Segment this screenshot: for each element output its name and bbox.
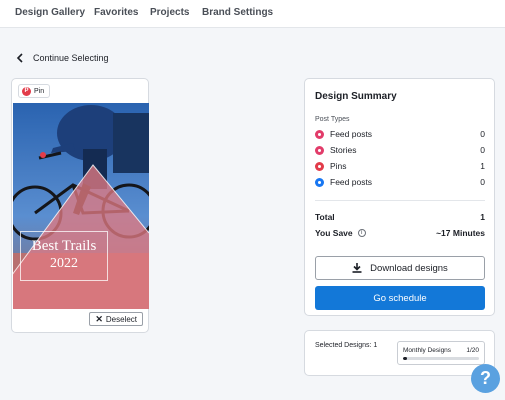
design-summary-panel: Design Summary Post Types Feed posts 0 S… (304, 78, 495, 316)
post-type-label: Pin (34, 87, 45, 95)
nav-brand-settings[interactable]: Brand Settings (202, 7, 273, 18)
deselect-label: Deselect (105, 314, 137, 324)
summary-row-label: Feed posts (330, 177, 373, 187)
summary-row-pins: Pins 1 (315, 160, 485, 172)
summary-row-value: 0 (480, 129, 485, 139)
info-icon[interactable]: i (357, 229, 366, 237)
monthly-progress-bar (403, 357, 479, 360)
summary-row-label: Pins (330, 161, 347, 171)
monthly-progress-fill (403, 357, 407, 360)
divider (315, 200, 485, 201)
you-save-row: You Save i ~17 Minutes (315, 228, 485, 238)
total-value: 1 (480, 212, 485, 222)
continue-selecting-label: Continue Selecting (33, 53, 109, 63)
summary-row-label: Stories (330, 145, 357, 155)
top-navigation: Design Gallery Favorites Projects Brand … (0, 0, 505, 28)
nav-projects[interactable]: Projects (150, 7, 189, 18)
summary-row-facebook-feed-posts: Feed posts 0 (315, 176, 485, 188)
design-title-box: Best Trails 2022 (20, 231, 108, 281)
continue-selecting-link[interactable]: Continue Selecting (16, 51, 109, 65)
summary-row-value: 0 (480, 145, 485, 155)
design-preview: Best Trails 2022 (13, 103, 149, 309)
download-designs-button[interactable]: Download designs (315, 256, 485, 280)
post-types-label: Post Types (315, 116, 350, 123)
nav-design-gallery[interactable]: Design Gallery (15, 7, 85, 18)
go-schedule-button[interactable]: Go schedule (315, 286, 485, 310)
chevron-left-icon (16, 53, 23, 63)
pinterest-icon (22, 86, 31, 96)
instagram-icon (315, 129, 324, 139)
summary-row-value: 0 (480, 177, 485, 187)
instagram-icon (315, 145, 324, 155)
monthly-designs-count: 1/20 (466, 347, 479, 354)
summary-row-label: Feed posts (330, 129, 373, 139)
summary-row-feed-posts: Feed posts 0 (315, 128, 485, 140)
nav-favorites[interactable]: Favorites (94, 7, 138, 18)
monthly-designs-meter: Monthly Designs 1/20 (397, 341, 485, 365)
summary-title: Design Summary (315, 91, 397, 102)
you-save-label: You Save (315, 228, 353, 238)
help-button[interactable]: ? (471, 364, 500, 393)
total-label: Total (315, 212, 335, 222)
download-icon (352, 263, 362, 273)
design-card[interactable]: Pin Best (11, 78, 149, 333)
summary-row-stories: Stories 0 (315, 144, 485, 156)
total-row: Total 1 (315, 212, 485, 222)
download-designs-label: Download designs (370, 262, 448, 274)
close-icon: ✕ (95, 313, 103, 324)
design-title-line1: Best Trails (31, 238, 97, 254)
deselect-button[interactable]: ✕ Deselect (89, 312, 143, 326)
post-type-badge: Pin (18, 84, 51, 98)
monthly-designs-label: Monthly Designs (403, 347, 452, 354)
selected-designs-label: Selected Designs: 1 (315, 342, 378, 349)
design-title-line2: 2022 (50, 256, 78, 271)
you-save-value: ~17 Minutes (436, 228, 485, 238)
facebook-icon (315, 177, 324, 187)
pinterest-icon (315, 161, 324, 171)
summary-row-value: 1 (480, 161, 485, 171)
selected-designs-panel: Selected Designs: 1 Monthly Designs 1/20 (304, 330, 495, 376)
